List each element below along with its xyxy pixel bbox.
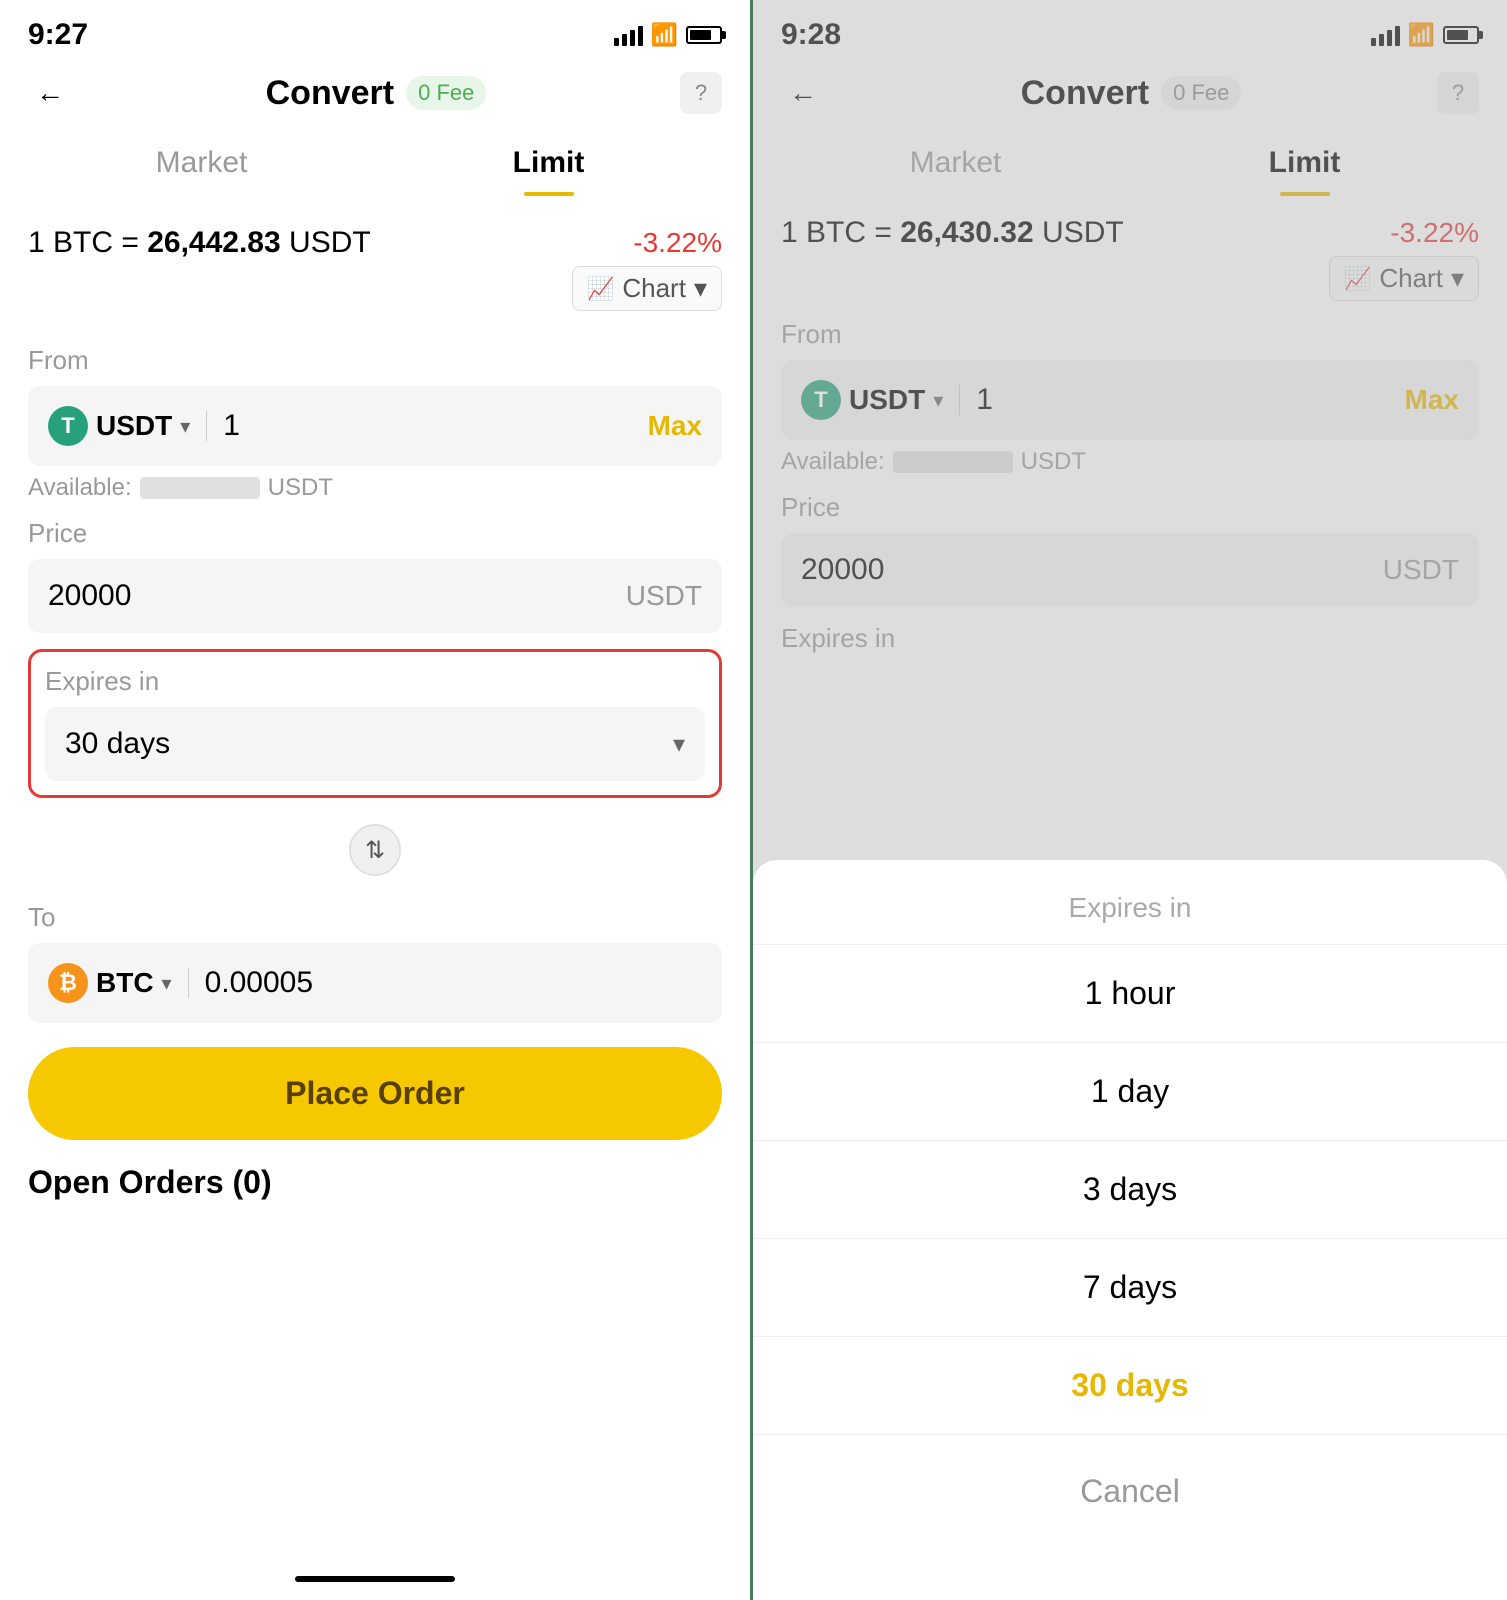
left-tabs: Market Limit	[28, 130, 722, 196]
sheet-cancel-button[interactable]: Cancel	[753, 1443, 1507, 1540]
chart-icon: 📈	[587, 276, 614, 302]
left-price-label: Price	[28, 518, 722, 549]
btc-icon: ₿	[48, 963, 88, 1003]
left-expires-dropdown[interactable]: 30 days ▾	[45, 707, 705, 781]
left-from-label: From	[28, 345, 722, 376]
left-swap-button[interactable]: ⇅	[349, 824, 401, 876]
left-header-center: Convert 0 Fee	[266, 74, 487, 113]
left-expires-label: Expires in	[45, 666, 705, 697]
tether-icon: T	[48, 406, 88, 446]
battery-icon	[686, 26, 722, 44]
sheet-title: Expires in	[753, 860, 1507, 944]
left-rate-row: 1 BTC = 26,442.83 USDT -3.22%	[28, 226, 722, 260]
left-time: 9:27	[28, 18, 88, 52]
left-price-input-row: 20000 USDT	[28, 559, 722, 633]
left-price-currency: USDT	[626, 580, 702, 612]
left-to-input-row: ₿ BTC ▾	[28, 943, 722, 1023]
left-back-button[interactable]: ←	[28, 73, 72, 113]
left-rate-change: -3.22%	[633, 227, 722, 259]
left-from-chevron-icon: ▾	[180, 414, 190, 439]
left-to-amount-input[interactable]	[205, 966, 702, 1000]
left-expires-value: 30 days	[65, 727, 673, 761]
sheet-option-1hour[interactable]: 1 hour	[753, 945, 1507, 1042]
left-to-chevron-icon: ▾	[162, 971, 172, 996]
left-status-icons: 📶	[614, 22, 722, 48]
sheet-option-3days[interactable]: 3 days	[753, 1141, 1507, 1238]
right-bottom-sheet: Expires in 1 hour 1 day 3 days 7 days 30…	[753, 860, 1507, 1600]
left-tab-market[interactable]: Market	[28, 130, 375, 196]
left-open-orders-title: Open Orders (0)	[28, 1164, 722, 1201]
left-price-value[interactable]: 20000	[48, 579, 626, 613]
left-from-currency-selector[interactable]: T USDT ▾	[48, 406, 190, 446]
sheet-option-7days[interactable]: 7 days	[753, 1239, 1507, 1336]
chevron-down-icon: ▾	[694, 273, 707, 304]
left-to-currency-name: BTC	[96, 967, 154, 999]
left-page-title: Convert	[266, 74, 394, 113]
left-panel: 9:27 📶 ← Convert 0 Fee ? Market Limit	[0, 0, 753, 1600]
left-fee-badge: 0 Fee	[406, 76, 486, 110]
left-status-bar: 9:27 📶	[28, 0, 722, 62]
left-chart-button[interactable]: 📈 Chart ▾	[572, 266, 722, 311]
left-chart-toggle: 📈 Chart ▾	[28, 266, 722, 311]
left-rate-text: 1 BTC = 26,442.83 USDT	[28, 226, 371, 260]
left-place-order-button[interactable]: Place Order	[28, 1047, 722, 1140]
left-expires-section: Expires in 30 days ▾	[28, 649, 722, 798]
left-available-amount	[140, 477, 260, 499]
right-panel: 9:28 📶 ← Convert 0 Fee ? Marke	[753, 0, 1507, 1600]
input-divider	[206, 411, 207, 441]
sheet-option-1day[interactable]: 1 day	[753, 1043, 1507, 1140]
left-available-text: Available: USDT	[28, 474, 722, 502]
left-from-amount-input[interactable]	[223, 409, 635, 443]
left-to-currency-selector[interactable]: ₿ BTC ▾	[48, 963, 172, 1003]
left-from-input-row: T USDT ▾ Max	[28, 386, 722, 466]
wifi-icon: 📶	[651, 22, 678, 48]
left-swap-btn-row: ⇅	[28, 824, 722, 876]
left-tab-limit[interactable]: Limit	[375, 130, 722, 196]
left-header: ← Convert 0 Fee ?	[28, 62, 722, 130]
left-to-label: To	[28, 902, 722, 933]
input-divider-to	[188, 968, 189, 998]
left-expires-chevron-icon: ▾	[673, 730, 685, 759]
left-max-button[interactable]: Max	[648, 410, 702, 442]
left-from-currency-name: USDT	[96, 410, 172, 442]
left-help-icon[interactable]: ?	[680, 72, 722, 114]
sheet-divider-5	[753, 1434, 1507, 1435]
left-bottom-bar	[295, 1576, 455, 1582]
sheet-option-30days[interactable]: 30 days	[753, 1337, 1507, 1434]
signal-icon	[614, 24, 643, 46]
